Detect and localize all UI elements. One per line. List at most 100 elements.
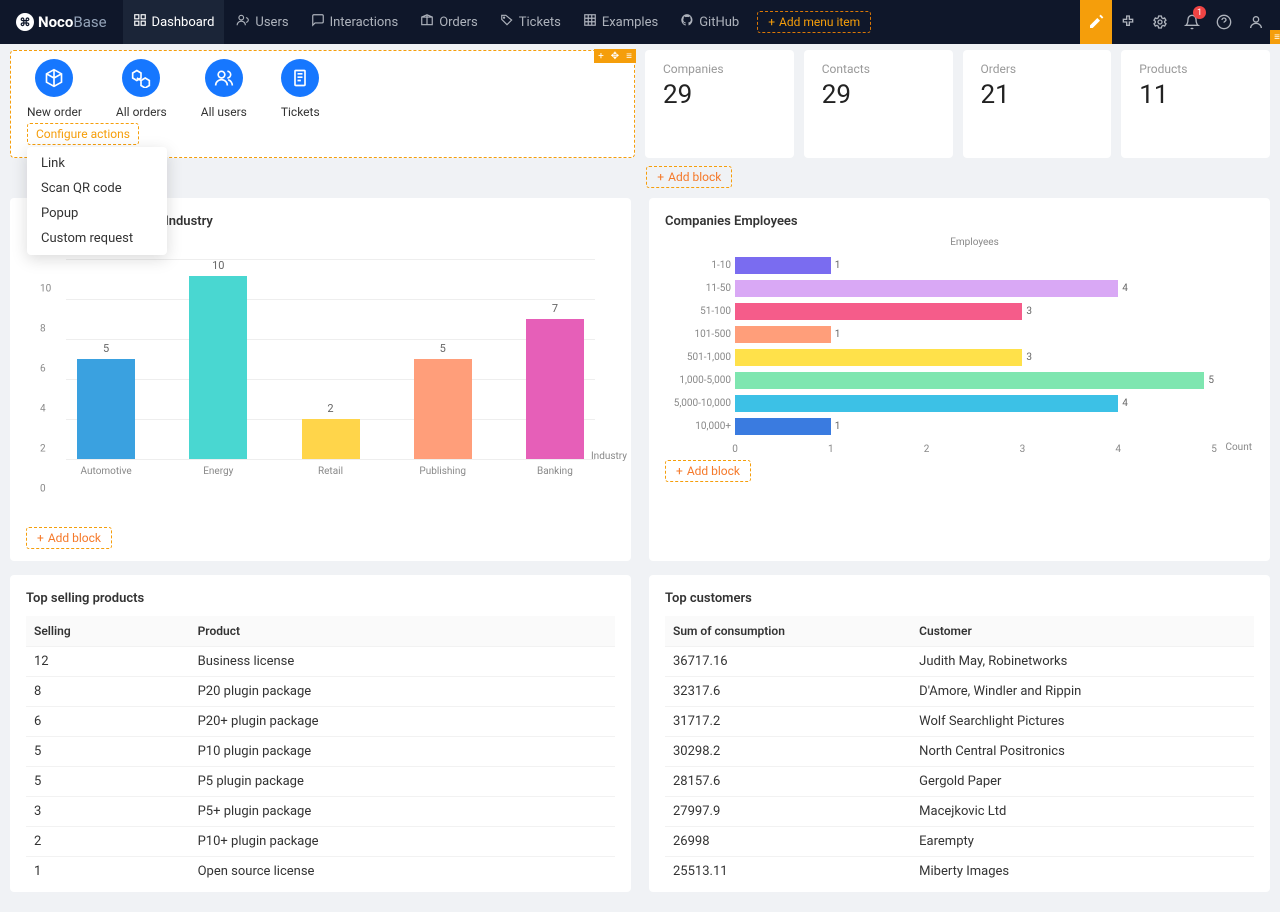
table-row[interactable]: 27997.9Macejkovic Ltd (665, 797, 1254, 827)
nav-label: Tickets (519, 15, 561, 30)
table-row[interactable]: 3P5+ plugin package (26, 797, 615, 827)
page: + ✥ ≡ New order All orders All users Ticket… (0, 44, 1280, 912)
nav-orders[interactable]: Orders (410, 0, 488, 44)
hbar-51-100: 51-1003 (735, 300, 1214, 323)
table-row[interactable]: 8P20 plugin package (26, 677, 615, 707)
top-customers-table: Sum of consumptionCustomer36717.16Judith… (665, 616, 1254, 886)
settings-icon[interactable] (1144, 0, 1176, 44)
qa-all-orders[interactable]: All orders (116, 59, 167, 119)
top-products-table: SellingProduct12Business license8P20 plu… (26, 616, 615, 886)
add-block-icon[interactable]: + (594, 49, 608, 63)
design-mode-icon[interactable] (1080, 0, 1112, 44)
move-block-icon[interactable]: ✥ (608, 49, 622, 63)
table-row[interactable]: 31717.2Wolf Searchlight Pictures (665, 707, 1254, 737)
table-row[interactable]: 6P20+ plugin package (26, 707, 615, 737)
add-block-button[interactable]: +Add block (26, 527, 112, 549)
table-row[interactable]: 26998Earempty (665, 827, 1254, 857)
table-row[interactable]: 36717.16Judith May, Robinetworks (665, 647, 1254, 677)
nav-interactions[interactable]: Interactions (301, 0, 409, 44)
stat-label: Companies (663, 62, 776, 76)
table-row[interactable]: 1Open source license (26, 857, 615, 887)
qa-tickets[interactable]: Tickets (281, 59, 320, 119)
dropdown-item-popup[interactable]: Popup (27, 201, 167, 226)
dropdown-item-link[interactable]: Link (27, 151, 167, 176)
bar-energy: 10Energy (178, 259, 258, 459)
col-header: Sum of consumption (665, 616, 911, 647)
cell: Macejkovic Ltd (911, 797, 1254, 827)
add-block-button[interactable]: +Add block (646, 166, 732, 188)
configure-actions-button[interactable]: Configure actions (27, 123, 139, 145)
table-row[interactable]: 2P10+ plugin package (26, 827, 615, 857)
stat-label: Contacts (822, 62, 935, 76)
cell: Gergold Paper (911, 767, 1254, 797)
hbar-101-500: 101-5001 (735, 323, 1214, 346)
logo[interactable]: ⌘ NocoBase (8, 13, 115, 31)
logo-text: NocoBase (38, 13, 107, 31)
add-block-button[interactable]: +Add block (665, 460, 751, 482)
cell: 28157.6 (665, 767, 911, 797)
bar-automotive: 5Automotive (66, 259, 146, 459)
notifications-icon[interactable]: 1 (1176, 0, 1208, 44)
qa-all-users[interactable]: All users (201, 59, 247, 119)
nav-github[interactable]: GitHub (670, 0, 749, 44)
nav-label: GitHub (699, 15, 739, 30)
sidemenu-toggle[interactable]: ≡ (1270, 30, 1280, 44)
tag-icon (500, 13, 514, 31)
qa-label: All users (201, 105, 247, 119)
cell: P20+ plugin package (190, 707, 615, 737)
table-row[interactable]: 32317.6D'Amore, Windler and Rippin (665, 677, 1254, 707)
block-menu-icon[interactable]: ≡ (622, 49, 636, 63)
stat-value: 11 (1139, 80, 1252, 110)
table-row[interactable]: 25513.11Miberty Images (665, 857, 1254, 887)
plus-icon: + (37, 531, 44, 545)
bar-chart: 02468105Automotive10Energy2Retail5Publis… (26, 259, 615, 459)
series-label: Employees (735, 237, 1214, 248)
qa-new-order[interactable]: New order (27, 59, 82, 119)
dropdown-item-scan-qr-code[interactable]: Scan QR code (27, 176, 167, 201)
cell: Business license (190, 647, 615, 677)
stat-value: 29 (822, 80, 935, 110)
col-header: Product (190, 616, 615, 647)
bar-retail: 2Retail (290, 259, 370, 459)
quick-actions-card: + ✥ ≡ New order All orders All users Ticket… (10, 50, 635, 158)
nav-tickets[interactable]: Tickets (490, 0, 571, 44)
table-row[interactable]: 5P5 plugin package (26, 767, 615, 797)
x-axis-label: Count (1225, 442, 1252, 453)
dropdown-item-custom-request[interactable]: Custom request (27, 226, 167, 251)
boxes-icon (122, 59, 160, 97)
cell: 2 (26, 827, 190, 857)
qa-label: New order (27, 105, 82, 119)
cell: 27997.9 (665, 797, 911, 827)
cell: Open source license (190, 857, 615, 887)
cell: North Central Positronics (911, 737, 1254, 767)
plugin-icon[interactable] (1112, 0, 1144, 44)
add-menu-label: Add menu item (779, 15, 860, 29)
chart-title: Companies Employees (665, 214, 1254, 229)
plus-icon: + (768, 15, 775, 29)
nav-dashboard[interactable]: Dashboard (123, 0, 225, 44)
nav-users[interactable]: Users (226, 0, 298, 44)
cell: Wolf Searchlight Pictures (911, 707, 1254, 737)
cell: 32317.6 (665, 677, 911, 707)
box-icon (420, 13, 434, 31)
chat-icon (311, 13, 325, 31)
table-row[interactable]: 12Business license (26, 647, 615, 677)
stat-label: Orders (981, 62, 1094, 76)
table-row[interactable]: 28157.6Gergold Paper (665, 767, 1254, 797)
nav-examples[interactable]: Examples (573, 0, 668, 44)
stat-value: 21 (981, 80, 1094, 110)
configure-actions-dropdown: LinkScan QR codePopupCustom request (27, 147, 167, 255)
add-menu-item-button[interactable]: + Add menu item (757, 11, 871, 33)
user-avatar-icon[interactable] (1240, 0, 1272, 44)
stat-value: 29 (663, 80, 776, 110)
table-row[interactable]: 5P10 plugin package (26, 737, 615, 767)
stat-label: Products (1139, 62, 1252, 76)
top-customers-card: Top customers Sum of consumptionCustomer… (649, 575, 1270, 892)
hbar-501-1,000: 501-1,0003 (735, 346, 1214, 369)
topbar-right: 1 (1080, 0, 1272, 44)
bar-publishing: 5Publishing (403, 259, 483, 459)
table-row[interactable]: 30298.2North Central Positronics (665, 737, 1254, 767)
col-header: Customer (911, 616, 1254, 647)
cell: 8 (26, 677, 190, 707)
help-icon[interactable] (1208, 0, 1240, 44)
